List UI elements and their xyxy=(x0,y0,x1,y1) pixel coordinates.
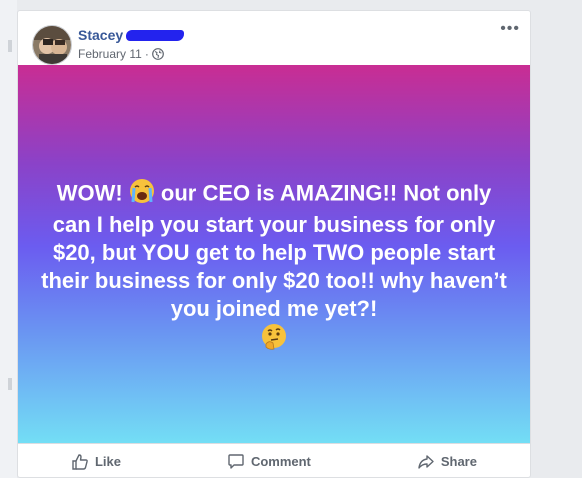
post-actions: Like Comment Share xyxy=(18,443,530,477)
share-label: Share xyxy=(440,454,477,469)
share-icon xyxy=(418,454,434,469)
gutter-marker xyxy=(8,40,12,52)
like-label: Like xyxy=(94,454,121,469)
like-button[interactable]: Like xyxy=(59,449,133,475)
comment-icon xyxy=(228,453,244,469)
post-date[interactable]: February 11 xyxy=(78,47,142,61)
post-card: Stacey February 11 · ••• WOW! our CEO is… xyxy=(17,10,531,478)
more-options-icon[interactable]: ••• xyxy=(500,21,520,37)
page-left-gutter xyxy=(0,0,17,478)
redaction-mark xyxy=(126,29,185,41)
avatar[interactable] xyxy=(32,25,72,65)
post-text: WOW! our CEO is AMAZING!! Not only can I… xyxy=(39,178,509,358)
post-background: WOW! our CEO is AMAZING!! Not only can I… xyxy=(18,65,530,443)
gutter-marker xyxy=(8,378,12,390)
post-meta: February 11 · xyxy=(78,47,164,61)
comment-button[interactable]: Comment xyxy=(215,449,323,475)
author-line: Stacey xyxy=(78,27,185,43)
post-text-part-1: WOW! xyxy=(56,180,129,206)
crying-face-emoji xyxy=(129,178,155,211)
thinking-face-emoji xyxy=(260,323,288,358)
share-button[interactable]: Share xyxy=(405,449,489,475)
meta-separator: · xyxy=(144,47,149,61)
author-name[interactable]: Stacey xyxy=(78,27,123,43)
comment-label: Comment xyxy=(250,454,311,469)
thumbs-up-icon xyxy=(72,453,88,470)
globe-icon[interactable] xyxy=(151,48,164,60)
